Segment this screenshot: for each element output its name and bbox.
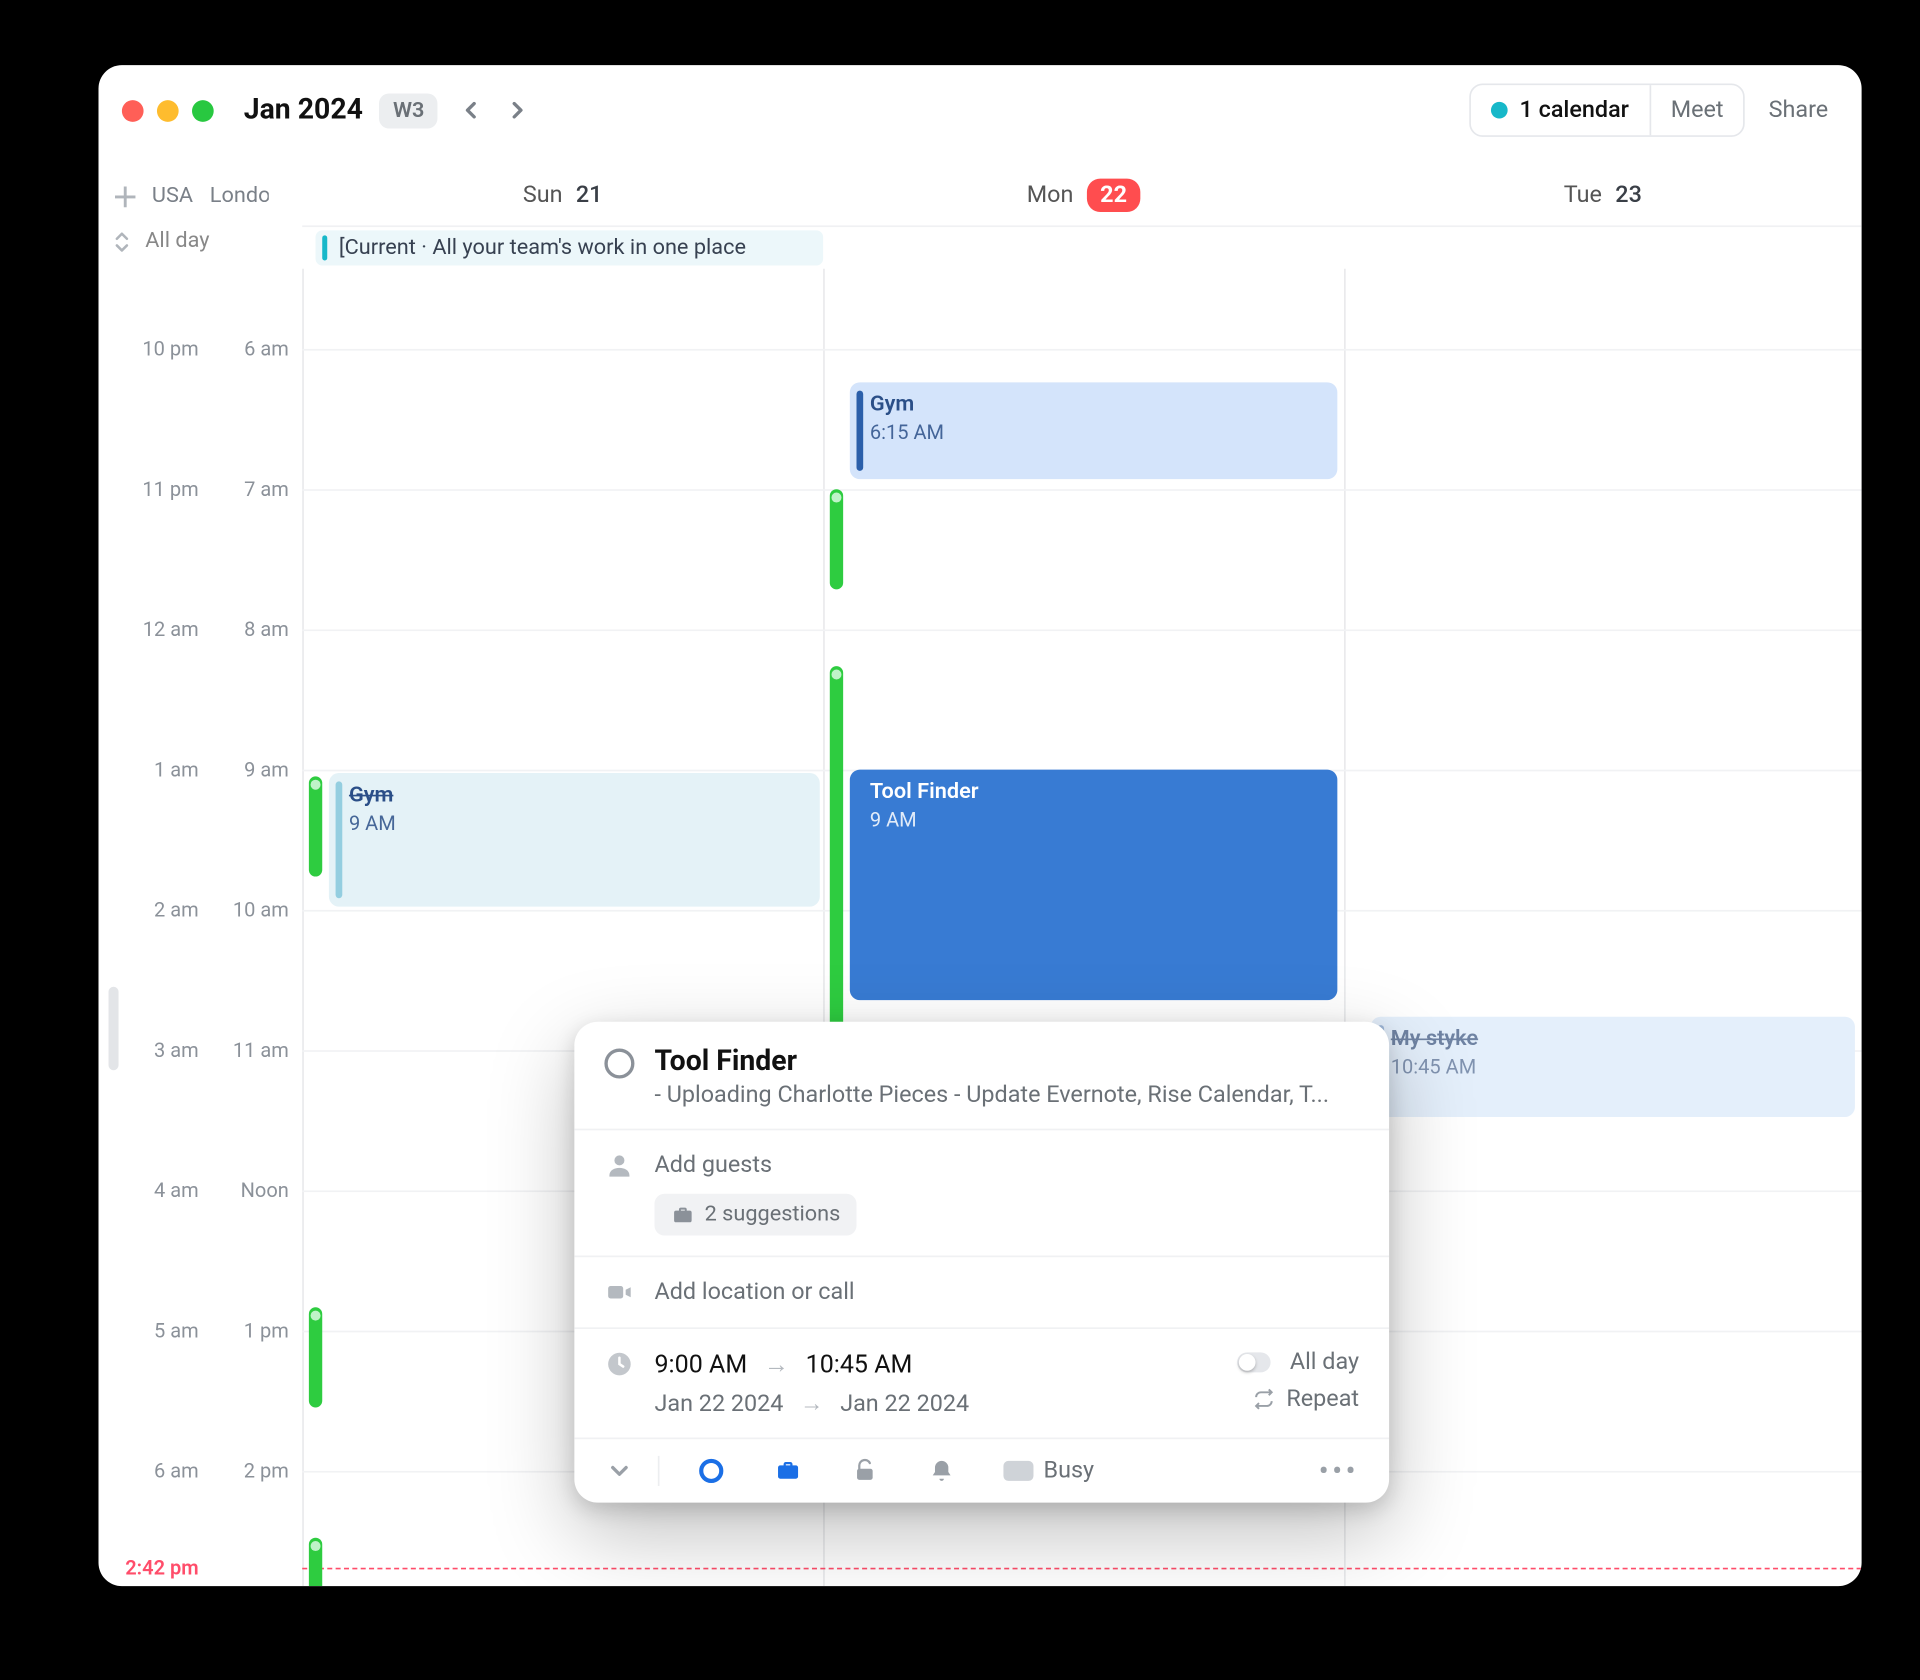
time-row: 12 am8 am (99, 613, 303, 646)
allday-label: All day (145, 229, 209, 254)
repeat-icon (1253, 1387, 1276, 1410)
time-row: 3 am11 am (99, 1033, 303, 1066)
close-window-icon[interactable] (122, 99, 144, 121)
popover-guests-section: Add guests 2 suggestions (574, 1129, 1389, 1256)
person-icon (604, 1150, 634, 1180)
nav-arrows (451, 90, 538, 130)
suggestions-chip[interactable]: 2 suggestions (654, 1194, 857, 1236)
task-strip[interactable] (309, 776, 322, 876)
popover-header: Tool Finder - Uploading Charlotte Pieces… (574, 1022, 1389, 1129)
allday-lane: [Current · All your team's work in one p… (302, 225, 1861, 268)
event-popover: Tool Finder - Uploading Charlotte Pieces… (574, 1022, 1389, 1503)
meet-chip[interactable]: Meet (1649, 83, 1744, 136)
task-strip[interactable] (830, 666, 843, 1047)
time-gutter: 10 pm6 am 11 pm7 am 12 am8 am 1 am9 am 2… (99, 269, 303, 1586)
popover-location-section: Add location or call (574, 1256, 1389, 1328)
video-icon (604, 1277, 634, 1307)
hour-line (302, 349, 1861, 351)
event-color-bar (336, 781, 343, 898)
time-box: 9:00 AM → 10:45 AM (654, 1349, 912, 1379)
calendar-color-icon (1491, 102, 1508, 119)
briefcase-icon (671, 1203, 694, 1226)
start-date[interactable]: Jan 22 2024 (654, 1390, 783, 1417)
time-row: 6 am2 pm (99, 1454, 303, 1487)
time-row: 4 amNoon (99, 1174, 303, 1207)
day-separator (302, 269, 304, 1586)
calendars-chip[interactable]: 1 calendar (1471, 83, 1649, 136)
event-color-bar (322, 235, 327, 260)
popover-footer: Busy ••• (574, 1438, 1389, 1503)
toggle-icon (1236, 1352, 1269, 1372)
timezone-2-label[interactable]: London (210, 183, 268, 208)
end-time[interactable]: 10:45 AM (806, 1349, 913, 1379)
minimize-window-icon[interactable] (157, 99, 179, 121)
time-row: 11 pm7 am (99, 472, 303, 505)
today-pill: 22 (1087, 179, 1141, 212)
event-gym-sun[interactable]: Gym 9 AM (329, 773, 820, 907)
add-location-row[interactable]: Add location or call (604, 1277, 1359, 1307)
task-strip[interactable] (830, 489, 843, 589)
time-row: 10 pm6 am (99, 332, 303, 365)
month-label[interactable]: Jan 2024 (244, 93, 363, 126)
titlebar: Jan 2024 W3 1 calendar Meet Share (99, 65, 1862, 155)
event-my-styke[interactable]: My styke 10:45 AM (1371, 1017, 1855, 1117)
day-header-tue[interactable]: Tue 23 (1344, 165, 1862, 225)
chip-group: 1 calendar Meet (1469, 83, 1745, 136)
day-header-row: Sun 21 Mon 22 Tue 23 (99, 165, 1862, 225)
add-timezone-button[interactable]: ＋ (112, 182, 139, 209)
allday-row: All day (112, 229, 210, 254)
circle-blue-icon[interactable] (696, 1456, 726, 1486)
arrow-right-icon: → (764, 1349, 789, 1379)
allday-event-current[interactable]: [Current · All your team's work in one p… (316, 230, 824, 265)
titlebar-right: 1 calendar Meet Share (1469, 65, 1838, 155)
briefcase-blue-icon[interactable] (773, 1456, 803, 1486)
day-header-mon[interactable]: Mon 22 (823, 165, 1344, 225)
hour-line (302, 489, 1861, 491)
popover-title[interactable]: Tool Finder (654, 1045, 1359, 1078)
day-header-sun[interactable]: Sun 21 (302, 165, 823, 225)
timezone-1-label[interactable]: USA (152, 183, 193, 208)
now-time-label: 2:42 pm (99, 1551, 303, 1584)
allday-toggle-row[interactable]: All day (1236, 1349, 1359, 1376)
add-guests-row[interactable]: Add guests (604, 1150, 1359, 1180)
bell-icon[interactable] (927, 1456, 957, 1486)
popover-subtitle[interactable]: - Uploading Charlotte Pieces - Update Ev… (654, 1082, 1359, 1109)
hour-line (302, 629, 1861, 631)
time-right-column: All day Repeat (1236, 1349, 1359, 1412)
timezone-row: ＋ USA London (112, 182, 268, 209)
prev-week-button[interactable] (451, 90, 491, 130)
event-gym-mon[interactable]: Gym 6:15 AM (850, 382, 1338, 479)
now-indicator-line (302, 1568, 1861, 1571)
complete-toggle-icon[interactable] (604, 1049, 634, 1079)
start-time[interactable]: 9:00 AM (654, 1349, 747, 1379)
task-strip[interactable] (309, 1538, 322, 1586)
separator (658, 1456, 660, 1486)
availability-tag-icon (1003, 1461, 1033, 1481)
busy-chip[interactable]: Busy (1003, 1458, 1094, 1485)
event-color-bar (857, 391, 864, 471)
window-controls (122, 99, 214, 121)
time-row: 1 am9 am (99, 753, 303, 786)
week-badge[interactable]: W3 (380, 93, 438, 128)
popover-time-section: 9:00 AM → 10:45 AM Jan 22 2024 → Jan 22 … (574, 1327, 1389, 1437)
lock-open-icon[interactable] (850, 1456, 880, 1486)
share-button[interactable]: Share (1759, 97, 1839, 124)
chevron-down-icon[interactable] (604, 1456, 634, 1486)
time-row: 5 am1 pm (99, 1314, 303, 1347)
next-week-button[interactable] (498, 90, 538, 130)
more-menu-icon[interactable]: ••• (1319, 1453, 1359, 1488)
event-tool-finder[interactable]: Tool Finder 9 AM (850, 770, 1338, 1000)
arrow-right-icon: → (800, 1389, 823, 1417)
end-date[interactable]: Jan 22 2024 (840, 1390, 969, 1417)
maximize-window-icon[interactable] (192, 99, 214, 121)
clock-icon (604, 1349, 634, 1379)
repeat-row[interactable]: Repeat (1253, 1386, 1359, 1413)
task-strip[interactable] (309, 1307, 322, 1407)
time-row: 2 am10 am (99, 893, 303, 926)
expand-allday-icon[interactable] (112, 231, 132, 251)
